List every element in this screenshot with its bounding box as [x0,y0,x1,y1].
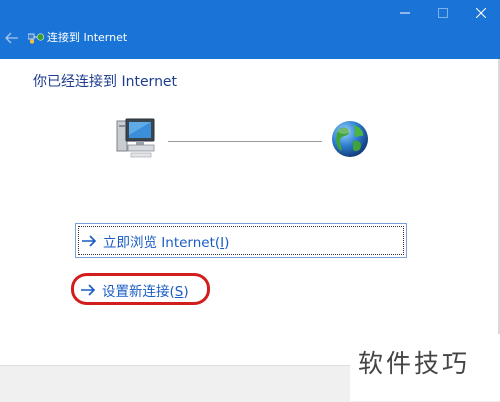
browse-label-tail: ) [224,234,230,251]
window-title: 连接到 Internet [47,31,128,44]
computer-icon [116,118,155,158]
browse-internet-link[interactable]: 立即浏览 Internet(I) [75,223,407,258]
watermark: 软件技巧 [350,334,500,401]
maximize-icon [438,8,448,18]
watermark-text: 软件技巧 [358,349,471,378]
arrow-right-icon [81,234,97,247]
browse-internet-label: 立即浏览 Internet( [103,234,221,251]
network-connection-icon [28,33,44,44]
internet-globe-icon [332,121,368,157]
connection-line [168,141,322,142]
maximize-button[interactable] [426,0,460,26]
close-button[interactable] [464,0,498,26]
page-heading: 你已经连接到 Internet [33,74,178,90]
title-bar: 连接到 Internet [0,0,500,59]
wizard-content: 你已经连接到 Internet 立即浏览 Internet(I) 设置新连接(S… [0,59,500,365]
minimize-button[interactable] [388,0,422,26]
minimize-icon [400,12,410,14]
red-highlight-annotation [71,273,210,305]
back-arrow-icon [5,32,18,44]
close-icon [476,8,486,18]
back-button[interactable] [0,26,24,50]
